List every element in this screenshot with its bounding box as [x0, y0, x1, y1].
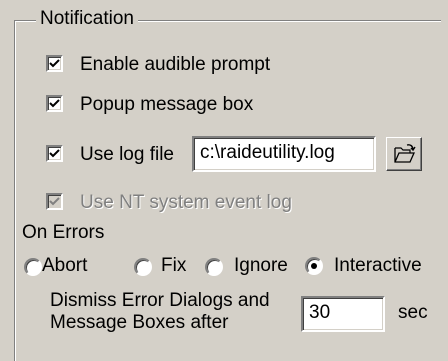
- ignore-radio[interactable]: [205, 258, 223, 276]
- fix-label[interactable]: Fix: [161, 254, 186, 278]
- interactive-label[interactable]: Interactive: [334, 254, 422, 278]
- ignore-label[interactable]: Ignore: [234, 254, 288, 278]
- seconds-unit-label: sec: [398, 302, 428, 323]
- popup-label[interactable]: Popup message box: [80, 93, 253, 117]
- audible-checkbox[interactable]: [46, 55, 63, 72]
- logfile-path-input[interactable]: c:\raideutility.log: [192, 136, 376, 172]
- radio-selected-dot: [311, 263, 317, 269]
- fix-radio[interactable]: [134, 258, 152, 276]
- audible-label[interactable]: Enable audible prompt: [80, 53, 270, 77]
- checkmark-icon: [49, 197, 60, 206]
- dismiss-label-line1: Dismiss Error Dialogs and: [50, 290, 270, 311]
- dismiss-label-line2: Message Boxes after: [50, 312, 229, 333]
- interactive-radio[interactable]: [305, 257, 323, 275]
- logfile-checkbox[interactable]: [46, 145, 63, 162]
- popup-checkbox[interactable]: [46, 95, 63, 112]
- checkmark-icon: [49, 149, 60, 158]
- on-errors-heading: On Errors: [22, 222, 105, 243]
- logfile-label[interactable]: Use log file: [80, 143, 174, 167]
- ntlog-checkbox[interactable]: [46, 193, 63, 210]
- group-title: Notification: [36, 7, 138, 31]
- abort-radio[interactable]: [24, 258, 42, 276]
- ntlog-label: Use NT system event log: [80, 192, 292, 213]
- checkmark-icon: [49, 59, 60, 68]
- browse-button[interactable]: [386, 137, 422, 171]
- checkmark-icon: [49, 99, 60, 108]
- open-folder-icon: [394, 144, 416, 163]
- abort-label[interactable]: Abort: [42, 254, 87, 278]
- dismiss-seconds-input[interactable]: 30: [301, 296, 385, 332]
